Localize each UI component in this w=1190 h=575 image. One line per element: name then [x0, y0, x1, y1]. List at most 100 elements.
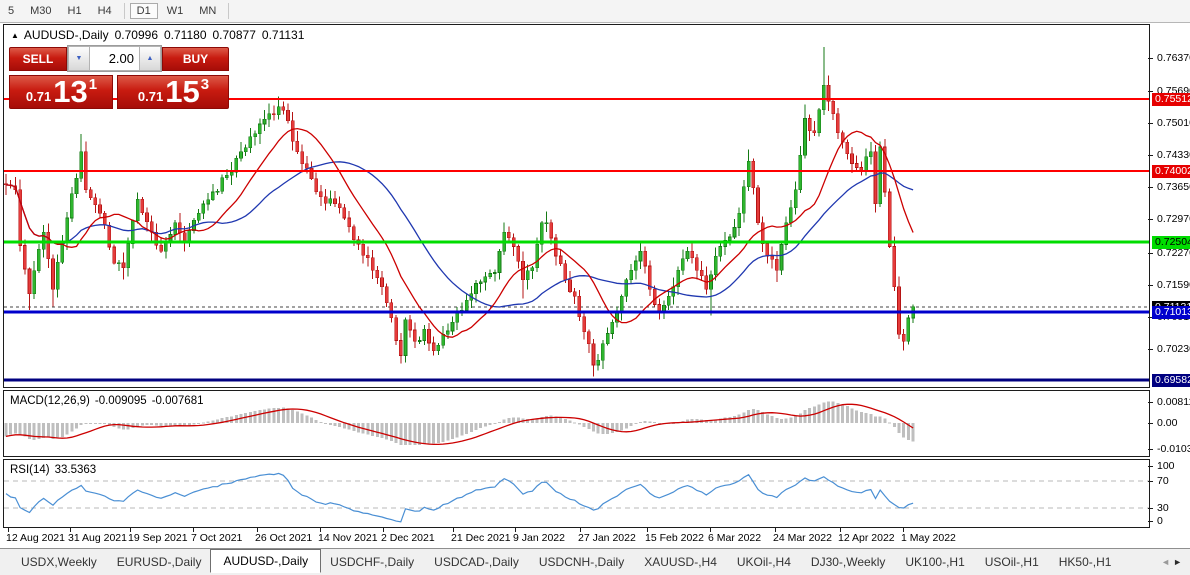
macd-signal-value: -0.007681: [151, 395, 204, 407]
rsi-value: 33.5363: [54, 464, 97, 476]
timeframe-button-MN[interactable]: MN: [192, 3, 223, 19]
volume-increase-arrow-icon[interactable]: ▲: [139, 46, 161, 71]
axis-tick-mark: [1148, 253, 1153, 254]
rsi-label: RSI(14) 33.5363: [10, 464, 101, 476]
timeframe-button-H1[interactable]: H1: [61, 3, 89, 19]
price-level-badge: 0.74002: [1152, 164, 1190, 178]
price-level-badge: 0.72504: [1152, 235, 1190, 249]
macd-pane[interactable]: MACD(12,26,9) -0.009095 -0.007681: [3, 390, 1150, 457]
buy-price-pip: 3: [200, 75, 210, 93]
macd-axis-tick: 0.00811: [1157, 396, 1190, 408]
buy-price-prefix: 0.71: [137, 88, 164, 104]
trading-platform-window: 5 M30 H1 H4 D1 W1 MN ▲ AUDUSD-,Daily 0.70996 0.71…: [0, 0, 1190, 575]
macd-label: MACD(12,26,9) -0.009095 -0.007681: [10, 395, 208, 407]
date-axis-label: 14 Nov 2021: [318, 532, 378, 544]
date-axis-label: 12 Aug 2021: [6, 532, 65, 544]
sell-button[interactable]: SELL: [9, 47, 67, 71]
macd-indicator-name: MACD(12,26,9): [10, 395, 90, 407]
symbol-tab-ukoilh4[interactable]: UKOil-,H4: [728, 552, 800, 572]
volume-input[interactable]: 2.00: [90, 46, 139, 71]
axis-tick-mark: [1148, 508, 1153, 509]
date-axis-label: 27 Jan 2022: [578, 532, 636, 544]
rsi-axis-tick: 100: [1157, 460, 1175, 472]
price-axis: 0.763700.756900.750100.743300.736500.729…: [1148, 24, 1190, 528]
symbol-tab-audusddaily[interactable]: AUDUSD-,Daily: [210, 549, 322, 573]
price-pane[interactable]: ▲ AUDUSD-,Daily 0.70996 0.71180 0.70877 0.711…: [3, 24, 1150, 388]
axis-tick-mark: [1148, 349, 1153, 350]
price-axis-tick: 0.72270: [1157, 247, 1190, 259]
symbol-tab-xauusdh4[interactable]: XAUUSD-,H4: [635, 552, 726, 572]
date-axis-label: 24 Mar 2022: [773, 532, 832, 544]
one-click-trading-panel: SELL ▼ 2.00 ▲ BUY 0.71 13 1 0.71 15 3: [9, 45, 229, 109]
ohlc-open: 0.70996: [114, 28, 158, 42]
symbol-tab-usdcaddaily[interactable]: USDCAD-,Daily: [425, 552, 528, 572]
price-axis-tick: 0.71590: [1157, 279, 1190, 291]
axis-tick-mark: [1148, 423, 1153, 424]
symbol-tabbar: USDX,Weekly EURUSD-,Daily AUDUSD-,Daily USD…: [0, 548, 1190, 575]
rsi-chart: [4, 472, 1149, 523]
timeframe-button-5[interactable]: 5: [1, 3, 21, 19]
axis-tick-mark: [1148, 58, 1153, 59]
timeframe-button-H4[interactable]: H4: [91, 3, 119, 19]
symbol-tab-eurusddaily[interactable]: EURUSD-,Daily: [108, 552, 211, 572]
rsi-axis-tick: 30: [1157, 502, 1169, 514]
sell-price-big: 13: [53, 74, 88, 109]
timeframe-button-D1[interactable]: D1: [129, 3, 158, 19]
date-axis: 12 Aug 2021 31 Aug 2021 19 Sep 2021 7 Oct 2…: [3, 528, 1150, 548]
date-axis-label: 19 Sep 2021: [128, 532, 188, 544]
chart-symbol-label: AUDUSD-,Daily: [23, 28, 109, 42]
tab-scroll-arrows: ◄►: [1161, 557, 1185, 567]
tab-scroll-left-icon[interactable]: ◄: [1161, 557, 1173, 567]
ohlc-low: 0.70877: [212, 28, 256, 42]
macd-value: -0.009095: [94, 395, 147, 407]
symbol-tab-usdchfdaily[interactable]: USDCHF-,Daily: [321, 552, 423, 572]
volume-decrease-arrow-icon[interactable]: ▼: [68, 46, 90, 71]
symbol-tab-usdcnhdaily[interactable]: USDCNH-,Daily: [530, 552, 633, 572]
date-axis-label: 26 Oct 2021: [255, 532, 313, 544]
axis-tick-mark: [1148, 187, 1153, 188]
symbol-tab-usoilh1[interactable]: USOil-,H1: [976, 552, 1048, 572]
axis-tick-mark: [1148, 481, 1153, 482]
ohlc-high: 0.71180: [164, 28, 207, 42]
axis-tick-mark: [1148, 155, 1153, 156]
symbol-tab-uk100h1[interactable]: UK100-,H1: [896, 552, 973, 572]
buy-price-box[interactable]: 0.71 15 3: [117, 75, 229, 109]
axis-tick-mark: [1148, 449, 1153, 450]
collapse-panel-arrow-icon[interactable]: ▲: [11, 31, 19, 40]
rsi-indicator-name: RSI(14): [10, 464, 50, 476]
axis-tick-mark: [1148, 123, 1153, 124]
axis-tick-mark: [1148, 402, 1153, 403]
date-axis-label: 6 Mar 2022: [708, 532, 762, 544]
symbol-tab-hk50h1[interactable]: HK50-,H1: [1050, 552, 1121, 572]
symbol-tab-dj30weekly[interactable]: DJ30-,Weekly: [802, 552, 894, 572]
date-axis-label: 12 Apr 2022: [838, 532, 895, 544]
sell-price-box[interactable]: 0.71 13 1: [9, 75, 113, 109]
price-axis-tick: 0.74330: [1157, 149, 1190, 161]
tab-scroll-right-icon[interactable]: ►: [1173, 557, 1185, 567]
sell-price-prefix: 0.71: [25, 88, 52, 104]
price-axis-tick: 0.75010: [1157, 117, 1190, 129]
rsi-pane[interactable]: RSI(14) 33.5363: [3, 459, 1150, 528]
sell-price-pip: 1: [88, 75, 98, 93]
toolbar-separator: [123, 3, 125, 19]
timeframe-toolbar: 5 M30 H1 H4 D1 W1 MN: [0, 0, 1190, 23]
price-axis-tick: 0.73650: [1157, 181, 1190, 193]
date-axis-label: 2 Dec 2021: [381, 532, 435, 544]
axis-tick-mark: [1148, 521, 1153, 522]
volume-spinner: ▼ 2.00 ▲: [67, 45, 162, 72]
toolbar-separator: [228, 3, 230, 19]
timeframe-button-M30[interactable]: M30: [23, 3, 58, 19]
date-axis-label: 1 May 2022: [901, 532, 956, 544]
date-axis-label: 21 Dec 2021: [451, 532, 511, 544]
date-axis-label: 15 Feb 2022: [645, 532, 704, 544]
timeframe-button-W1[interactable]: W1: [160, 3, 191, 19]
buy-button[interactable]: BUY: [162, 47, 229, 71]
buy-price-big: 15: [165, 74, 200, 109]
axis-tick-mark: [1148, 219, 1153, 220]
price-axis-tick: 0.70230: [1157, 343, 1190, 355]
price-level-badge: 0.75512: [1152, 92, 1190, 106]
price-axis-tick: 0.76370: [1157, 52, 1190, 64]
macd-axis-tick: 0.00: [1157, 417, 1178, 429]
symbol-tab-usdxweekly[interactable]: USDX,Weekly: [12, 552, 106, 572]
rsi-axis-tick: 0: [1157, 515, 1163, 527]
